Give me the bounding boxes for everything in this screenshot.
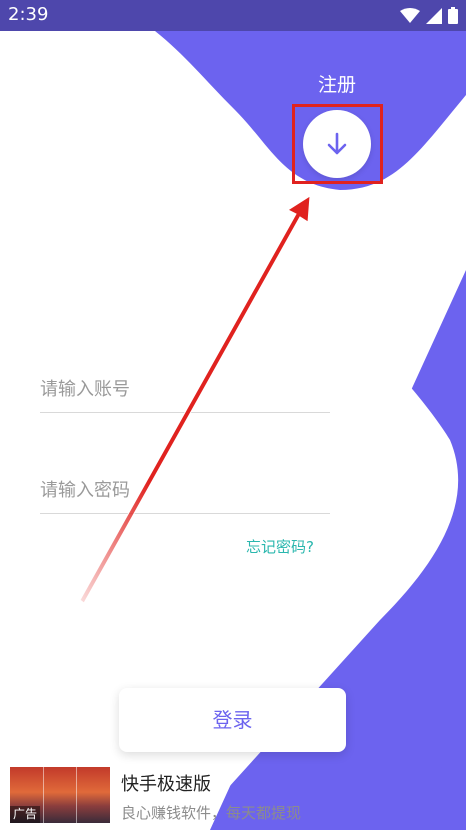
account-input[interactable] <box>40 366 330 413</box>
ad-title: 快手极速版 <box>121 774 211 795</box>
status-icons <box>400 7 458 24</box>
register-link[interactable]: 注册 <box>318 70 356 97</box>
ad-banner[interactable]: 广告 快手极速版 良心赚钱软件，每天都提现 <box>0 760 466 830</box>
forgot-password-link[interactable]: 忘记密码? <box>246 536 314 557</box>
back-icon[interactable] <box>20 72 48 100</box>
ad-tag: 广告 <box>10 806 41 823</box>
signal-icon <box>426 7 442 24</box>
ad-subtitle: 良心赚钱软件，每天都提现 <box>121 804 302 822</box>
password-input[interactable] <box>40 467 330 514</box>
annotation-highlight-box <box>292 104 383 184</box>
login-button[interactable]: 登录 <box>119 688 346 752</box>
status-bar: 2:39 <box>0 0 466 31</box>
battery-icon <box>448 7 458 24</box>
close-icon[interactable] <box>439 766 457 784</box>
wifi-icon <box>400 7 420 23</box>
status-time: 2:39 <box>8 4 49 25</box>
